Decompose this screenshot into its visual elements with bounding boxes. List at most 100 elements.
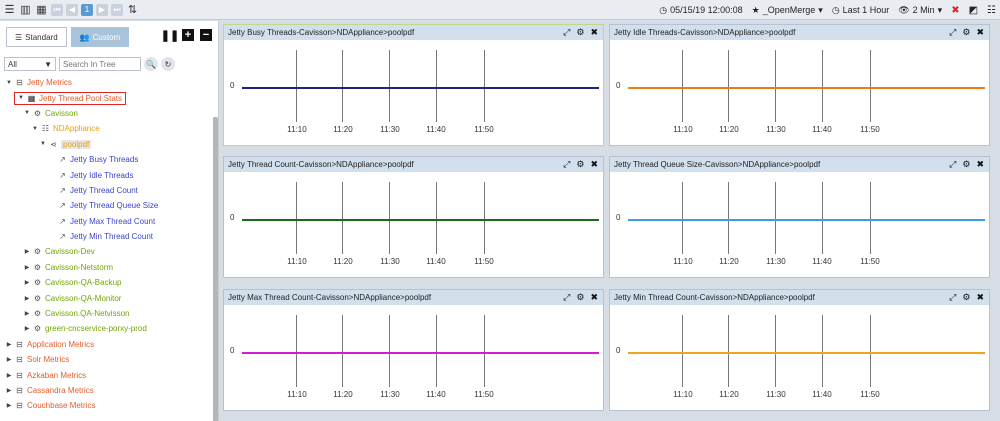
tree-scrollbar[interactable] bbox=[213, 117, 218, 421]
tree-node-cassandra-metrics[interactable]: ▶ ⊟ Cassandra Metrics bbox=[0, 383, 214, 398]
last-page-button[interactable]: ⏭ bbox=[111, 3, 123, 16]
tree-node-cavisson-qa-monitor[interactable]: ▶ ⚙ Cavisson-QA-Monitor bbox=[0, 290, 214, 305]
collapse-all-icon[interactable]: − bbox=[200, 29, 212, 41]
gear-icon[interactable]: ⚙ bbox=[962, 159, 970, 170]
caret-right-icon[interactable]: ▶ bbox=[24, 325, 30, 332]
series-line bbox=[628, 219, 985, 221]
caret-right-icon[interactable]: ▶ bbox=[24, 279, 30, 286]
close-icon[interactable]: ✖ bbox=[590, 159, 598, 170]
panel-header: Jetty Thread Queue Size-Cavisson>NDAppli… bbox=[610, 157, 989, 172]
chart-area: 0 11:10 11:20 11:30 11:40 11:50 bbox=[224, 172, 603, 279]
pause-icon[interactable]: ❚❚ bbox=[161, 29, 179, 42]
expand-icon[interactable]: ⤢ bbox=[563, 292, 570, 303]
tree-node-azkaban-metrics[interactable]: ▶ ⊟ Azkaban Metrics bbox=[0, 367, 214, 382]
grid-line bbox=[436, 315, 437, 387]
refresh-button[interactable]: ↻ bbox=[161, 57, 175, 71]
tree-label: Jetty Metrics bbox=[27, 78, 72, 88]
tree-node-cavisson-qa-netvisson[interactable]: ▶ ⚙ Cavisson.QA-Netvisson bbox=[0, 306, 214, 321]
tree-graph-thread-count[interactable]: ↗ Jetty Thread Count bbox=[0, 183, 214, 198]
menu-icon[interactable]: ☰ bbox=[3, 3, 16, 16]
caret-right-icon[interactable]: ▶ bbox=[24, 310, 30, 317]
sort-icon[interactable]: ⇅ bbox=[126, 3, 139, 16]
grid-line bbox=[484, 315, 485, 387]
tree-graph-queue-size[interactable]: ↗ Jetty Thread Queue Size bbox=[0, 198, 214, 213]
caret-right-icon[interactable]: ▶ bbox=[6, 387, 12, 394]
close-icon[interactable]: ✖ bbox=[590, 27, 598, 38]
expand-icon[interactable]: ⤢ bbox=[949, 159, 956, 170]
expand-icon[interactable]: ⤢ bbox=[949, 27, 956, 38]
prev-page-button[interactable]: ◀ bbox=[66, 3, 78, 16]
tab-custom[interactable]: 👥 Custom bbox=[70, 27, 130, 47]
tree-graph-busy-threads[interactable]: ↗ Jetty Busy Threads bbox=[0, 152, 214, 167]
graph-panel-queue-size[interactable]: Jetty Thread Queue Size-Cavisson>NDAppli… bbox=[609, 156, 990, 278]
caret-right-icon[interactable]: ▶ bbox=[6, 372, 12, 379]
chart-area: 0 11:10 11:20 11:30 11:40 11:50 bbox=[610, 172, 989, 279]
x-tick-label: 11:50 bbox=[474, 390, 494, 399]
caret-down-icon[interactable]: ▼ bbox=[18, 95, 24, 101]
gear-icon[interactable]: ⚙ bbox=[962, 27, 970, 38]
next-page-button[interactable]: ▶ bbox=[96, 3, 108, 16]
caret-down-icon[interactable]: ▼ bbox=[40, 141, 46, 147]
page-number[interactable]: 1 bbox=[81, 3, 93, 16]
caret-right-icon[interactable]: ▶ bbox=[6, 356, 12, 363]
grid-line bbox=[296, 50, 297, 122]
caret-right-icon[interactable]: ▶ bbox=[24, 264, 30, 271]
tree-node-thread-pool-stats[interactable]: ▼ ▦ Jetty Thread Pool Stats bbox=[0, 90, 214, 105]
gear-icon[interactable]: ⚙ bbox=[576, 159, 584, 170]
tab-custom-label: Custom bbox=[92, 32, 121, 42]
caret-right-icon[interactable]: ▶ bbox=[24, 248, 30, 255]
tree-graph-idle-threads[interactable]: ↗ Jetty Idle Threads bbox=[0, 167, 214, 182]
layout-icon[interactable]: ◩ bbox=[969, 5, 978, 16]
expand-all-icon[interactable]: + bbox=[182, 29, 194, 41]
caret-down-icon[interactable]: ▼ bbox=[32, 126, 38, 132]
tree-node-cavisson-dev[interactable]: ▶ ⚙ Cavisson-Dev bbox=[0, 244, 214, 259]
gear-icon[interactable]: ⚙ bbox=[576, 27, 584, 38]
search-button[interactable]: 🔍 bbox=[144, 57, 158, 71]
graph-panel-busy-threads[interactable]: Jetty Busy Threads-Cavisson>NDAppliance>… bbox=[223, 24, 604, 146]
tree-graph-min-thread-count[interactable]: ↗ Jetty Min Thread Count bbox=[0, 229, 214, 244]
graph-panel-min-thread-count[interactable]: Jetty Min Thread Count-Cavisson>NDApplia… bbox=[609, 289, 990, 411]
tree-graph-max-thread-count[interactable]: ↗ Jetty Max Thread Count bbox=[0, 214, 214, 229]
tree-node-poolpdf[interactable]: ▼ ⋖ poolpdf bbox=[0, 137, 214, 152]
graph-panel-thread-count[interactable]: Jetty Thread Count-Cavisson>NDAppliance>… bbox=[223, 156, 604, 278]
tab-standard[interactable]: ☰ Standard bbox=[6, 27, 67, 47]
expand-icon[interactable]: ⤢ bbox=[949, 292, 956, 303]
gear-icon[interactable]: ⚙ bbox=[962, 292, 970, 303]
expand-icon[interactable]: ⤢ bbox=[563, 159, 570, 170]
tree-node-ndappliance[interactable]: ▼ ☷ NDAppliance bbox=[0, 121, 214, 136]
tree-node-couchbase-metrics[interactable]: ▶ ⊟ Couchbase Metrics bbox=[0, 398, 214, 413]
bar-chart-icon[interactable]: ▥ bbox=[19, 3, 32, 16]
time-range-dropdown[interactable]: ◷ Last 1 Hour bbox=[832, 5, 889, 16]
grid-layout-icon[interactable]: ▦ bbox=[35, 3, 48, 16]
caret-right-icon[interactable]: ▶ bbox=[24, 295, 30, 302]
favorite-dropdown[interactable]: ★ _OpenMerge ▾ bbox=[752, 5, 823, 16]
list-icon[interactable]: ☷ bbox=[987, 5, 996, 16]
close-icon[interactable]: ✖ bbox=[976, 292, 984, 303]
caret-right-icon[interactable]: ▶ bbox=[6, 341, 12, 348]
expand-icon[interactable]: ⤢ bbox=[563, 27, 570, 38]
gear-icon[interactable]: ⚙ bbox=[576, 292, 584, 303]
first-page-button[interactable]: ⏮ bbox=[51, 3, 63, 16]
search-input[interactable] bbox=[59, 57, 141, 71]
graph-panel-idle-threads[interactable]: Jetty Idle Threads-Cavisson>NDAppliance>… bbox=[609, 24, 990, 146]
timestamp-display[interactable]: ◷ 05/15/19 12:00:08 bbox=[659, 5, 742, 16]
close-icon[interactable]: ✖ bbox=[590, 292, 598, 303]
graph-panel-max-thread-count[interactable]: Jetty Max Thread Count-Cavisson>NDApplia… bbox=[223, 289, 604, 411]
x-tick-label: 11:30 bbox=[766, 257, 786, 266]
filter-select[interactable]: All ▼ bbox=[4, 57, 56, 71]
tree-node-solr-metrics[interactable]: ▶ ⊟ Solr Metrics bbox=[0, 352, 214, 367]
close-icon[interactable]: ✖ bbox=[976, 159, 984, 170]
refresh-dropdown[interactable]: 👁 2 Min ▾ bbox=[898, 5, 942, 16]
tree-node-application-metrics[interactable]: ▶ ⊟ Application Metrics bbox=[0, 337, 214, 352]
tree-node-cavisson[interactable]: ▼ ⚙ Cavisson bbox=[0, 106, 214, 121]
pin-icon[interactable]: ✖ bbox=[951, 5, 959, 16]
tree-node-jetty-metrics[interactable]: ▼ ⊟ Jetty Metrics bbox=[0, 75, 214, 90]
tree-scrollbar-thumb[interactable] bbox=[213, 117, 218, 421]
tree-node-green-cncservice[interactable]: ▶ ⚙ green-cncservice-porxy-prod bbox=[0, 321, 214, 336]
caret-right-icon[interactable]: ▶ bbox=[6, 402, 12, 409]
tree-node-cavisson-netstorm[interactable]: ▶ ⚙ Cavisson-Netstorm bbox=[0, 260, 214, 275]
caret-down-icon[interactable]: ▼ bbox=[24, 110, 30, 116]
close-icon[interactable]: ✖ bbox=[976, 27, 984, 38]
caret-down-icon[interactable]: ▼ bbox=[6, 80, 12, 86]
tree-node-cavisson-qa-backup[interactable]: ▶ ⚙ Cavisson-QA-Backup bbox=[0, 275, 214, 290]
